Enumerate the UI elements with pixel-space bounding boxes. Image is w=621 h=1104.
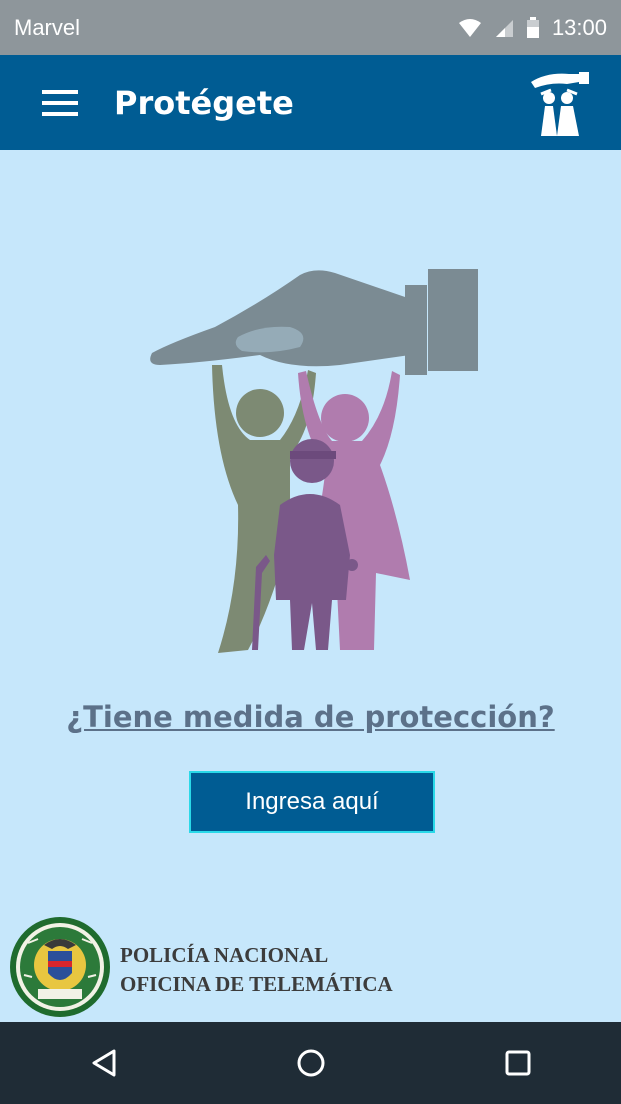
protective-hand-over-family-illustration — [150, 269, 478, 653]
app-title: Protégete — [114, 83, 294, 122]
protective-hand-family-logo — [531, 71, 589, 136]
policia-nacional-seal — [10, 917, 110, 1017]
protection-order-link[interactable]: ¿Tiene medida de protección? — [0, 700, 621, 734]
brand-line-1: POLICÍA NACIONAL — [120, 943, 329, 967]
wifi-icon — [458, 18, 481, 37]
hamburger-menu-icon — [42, 89, 78, 116]
menu-button[interactable] — [30, 73, 90, 133]
brand-line-2: OFICINA DE TELEMÁTICA — [120, 972, 393, 996]
cell-signal-icon — [495, 19, 513, 37]
footer-brand: POLICÍA NACIONAL OFICINA DE TELEMÁTICA — [8, 915, 393, 1019]
home-icon — [297, 1049, 324, 1077]
app-bar: Protégete — [0, 55, 621, 150]
carrier-name: Marvel — [14, 14, 81, 40]
back-button[interactable] — [64, 1033, 144, 1093]
hand-shape — [150, 270, 410, 367]
recents-icon — [505, 1050, 530, 1076]
ingresa-aqui-button[interactable]: Ingresa aquí — [189, 771, 435, 833]
home-button[interactable] — [271, 1033, 351, 1093]
system-nav-bar — [0, 1022, 621, 1104]
back-icon — [92, 1049, 115, 1077]
clock: 13:00 — [551, 14, 607, 40]
status-icons: 13:00 — [458, 15, 607, 41]
brand-text: POLICÍA NACIONAL OFICINA DE TELEMÁTICA — [120, 941, 393, 999]
status-bar: Marvel 13:00 — [0, 0, 621, 55]
battery-icon — [526, 16, 539, 38]
recents-button[interactable] — [478, 1033, 558, 1093]
